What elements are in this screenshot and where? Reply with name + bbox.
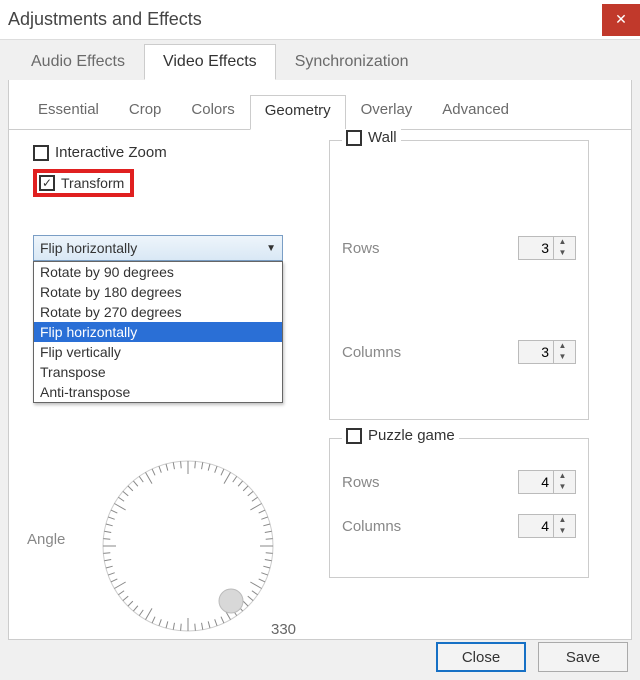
transform-checkbox[interactable]: ✓ — [39, 175, 55, 191]
down-arrow-icon[interactable]: ▼ — [554, 352, 571, 363]
puzzle-rows-row: Rows ▲▼ — [342, 470, 576, 494]
wall-checkbox[interactable] — [346, 130, 362, 146]
angle-dial-area: Angle 330 — [33, 441, 313, 661]
puzzle-cols-spinner[interactable]: ▲▼ — [518, 514, 576, 538]
geometry-panel: Interactive Zoom ✓ Transform Flip horizo… — [9, 130, 631, 639]
angle-dial[interactable] — [83, 441, 293, 651]
puzzle-cols-label: Columns — [342, 518, 401, 535]
transform-dropdown-button[interactable]: Flip horizontally ▼ — [33, 235, 283, 261]
transform-option-rotate90[interactable]: Rotate by 90 degrees — [34, 262, 282, 282]
down-arrow-icon[interactable]: ▼ — [554, 248, 571, 259]
wall-cols-input[interactable] — [519, 343, 553, 361]
up-arrow-icon[interactable]: ▲ — [554, 515, 571, 526]
subtab-colors[interactable]: Colors — [176, 94, 249, 129]
wall-rows-row: Rows ▲▼ — [342, 236, 576, 260]
transform-dropdown-list: Rotate by 90 degrees Rotate by 180 degre… — [33, 261, 283, 403]
interactive-zoom-row: Interactive Zoom — [33, 144, 313, 161]
wall-cols-row: Columns ▲▼ — [342, 340, 576, 364]
transform-dropdown-value: Flip horizontally — [40, 240, 137, 256]
interactive-zoom-checkbox[interactable] — [33, 145, 49, 161]
subtab-overlay[interactable]: Overlay — [346, 94, 428, 129]
transform-option-rotate180[interactable]: Rotate by 180 degrees — [34, 282, 282, 302]
transform-highlight: ✓ Transform — [33, 169, 134, 197]
video-effects-panel: Essential Crop Colors Geometry Overlay A… — [8, 80, 632, 640]
subtab-essential[interactable]: Essential — [23, 94, 114, 129]
tab-video-effects[interactable]: Video Effects — [144, 44, 276, 80]
subtab-crop[interactable]: Crop — [114, 94, 177, 129]
sub-tabstrip: Essential Crop Colors Geometry Overlay A… — [9, 80, 631, 130]
close-icon: ✕ — [615, 11, 627, 28]
subtab-advanced[interactable]: Advanced — [427, 94, 524, 129]
wall-rows-input[interactable] — [519, 239, 553, 257]
wall-cols-label: Columns — [342, 344, 401, 361]
puzzle-group: Puzzle game Rows ▲▼ Columns ▲▼ — [329, 438, 589, 578]
puzzle-title-row: Puzzle game — [342, 427, 459, 444]
window-title: Adjustments and Effects — [8, 9, 202, 30]
wall-group: Wall Rows ▲▼ Columns ▲▼ — [329, 140, 589, 420]
transform-dropdown: Flip horizontally ▼ Rotate by 90 degrees… — [33, 235, 313, 261]
puzzle-label: Puzzle game — [368, 427, 455, 444]
up-arrow-icon[interactable]: ▲ — [554, 341, 571, 352]
right-column: Wall Rows ▲▼ Columns ▲▼ — [329, 140, 589, 596]
transform-option-fliph[interactable]: Flip horizontally — [34, 322, 282, 342]
tab-audio-effects[interactable]: Audio Effects — [12, 44, 144, 80]
up-arrow-icon[interactable]: ▲ — [554, 471, 571, 482]
close-button[interactable]: Close — [436, 642, 526, 672]
wall-title-row: Wall — [342, 129, 401, 146]
down-arrow-icon[interactable]: ▼ — [554, 482, 571, 493]
dialog-window: Adjustments and Effects ✕ Audio Effects … — [0, 0, 640, 680]
main-tabstrip: Audio Effects Video Effects Synchronizat… — [0, 40, 640, 80]
down-arrow-icon[interactable]: ▼ — [554, 526, 571, 537]
window-close-button[interactable]: ✕ — [602, 4, 640, 36]
transform-label: Transform — [61, 175, 124, 191]
transform-option-antitranspose[interactable]: Anti-transpose — [34, 382, 282, 402]
tab-synchronization[interactable]: Synchronization — [276, 44, 428, 80]
puzzle-checkbox[interactable] — [346, 428, 362, 444]
save-button[interactable]: Save — [538, 642, 628, 672]
wall-rows-spinner[interactable]: ▲▼ — [518, 236, 576, 260]
angle-label: Angle — [27, 531, 65, 548]
left-column: Interactive Zoom ✓ Transform Flip horizo… — [33, 140, 313, 661]
puzzle-rows-input[interactable] — [519, 473, 553, 491]
angle-value: 330 — [271, 621, 296, 638]
wall-label: Wall — [368, 129, 397, 146]
puzzle-rows-spinner[interactable]: ▲▼ — [518, 470, 576, 494]
up-arrow-icon[interactable]: ▲ — [554, 237, 571, 248]
subtab-geometry[interactable]: Geometry — [250, 95, 346, 130]
transform-option-rotate270[interactable]: Rotate by 270 degrees — [34, 302, 282, 322]
angle-dial-handle[interactable] — [219, 589, 243, 613]
interactive-zoom-label: Interactive Zoom — [55, 144, 167, 161]
transform-option-flipv[interactable]: Flip vertically — [34, 342, 282, 362]
transform-option-transpose[interactable]: Transpose — [34, 362, 282, 382]
titlebar: Adjustments and Effects ✕ — [0, 0, 640, 40]
wall-cols-spinner[interactable]: ▲▼ — [518, 340, 576, 364]
puzzle-rows-label: Rows — [342, 474, 380, 491]
chevron-down-icon: ▼ — [266, 243, 276, 254]
wall-rows-label: Rows — [342, 240, 380, 257]
puzzle-cols-row: Columns ▲▼ — [342, 514, 576, 538]
puzzle-cols-input[interactable] — [519, 517, 553, 535]
dialog-footer: Close Save — [436, 642, 628, 672]
